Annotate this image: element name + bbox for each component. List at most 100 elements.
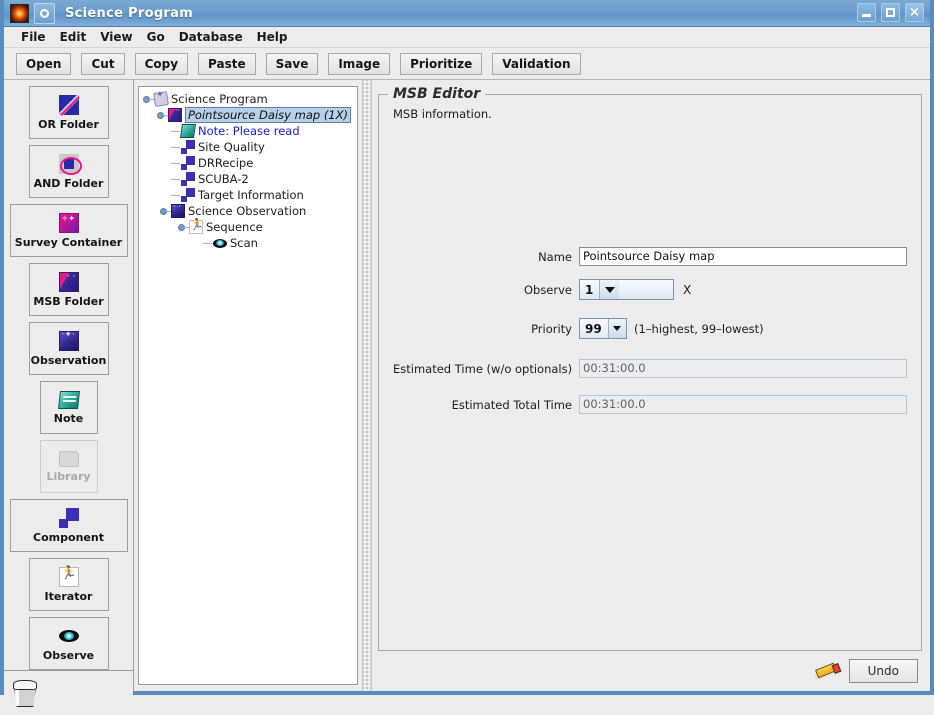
- tree-node-note[interactable]: Note: Please read: [141, 123, 355, 139]
- palette-item-survey-container[interactable]: Survey Container: [10, 204, 128, 257]
- name-input[interactable]: Pointsource Daisy map: [579, 247, 907, 266]
- component-icon: [181, 172, 195, 186]
- window-title: Science Program: [65, 6, 193, 21]
- copy-button[interactable]: Copy: [135, 53, 188, 75]
- science-program-icon: [153, 91, 169, 107]
- validation-button[interactable]: Validation: [492, 53, 580, 75]
- observe-count-select[interactable]: 1: [579, 279, 674, 300]
- tree-node-label: Target Information: [198, 188, 304, 202]
- name-label: Name: [393, 250, 579, 264]
- estimated-time-row: Estimated Time (w/o optionals) 00:31:00.…: [393, 359, 907, 378]
- palette-item-label: Observe: [43, 649, 94, 662]
- palette-item-label: MSB Folder: [33, 295, 103, 308]
- palette-items: OR Folder AND Folder Survey Container MS…: [4, 80, 133, 671]
- save-button[interactable]: Save: [266, 53, 319, 75]
- tree-connector: [171, 147, 180, 148]
- chevron-down-icon[interactable]: [608, 319, 626, 338]
- paste-button[interactable]: Paste: [198, 53, 256, 75]
- split-pane-divider[interactable]: [362, 80, 372, 691]
- maximize-button[interactable]: [881, 3, 900, 22]
- iterator-icon: [189, 220, 203, 234]
- expand-handle-icon[interactable]: [160, 206, 171, 217]
- tree-connector: [203, 243, 212, 244]
- tree-connector: [171, 195, 180, 196]
- palette-item-and-folder[interactable]: AND Folder: [29, 145, 109, 198]
- palette-item-label: Iterator: [45, 590, 93, 603]
- tree-node-drrecipe[interactable]: DRRecipe: [141, 155, 355, 171]
- open-button[interactable]: Open: [16, 53, 71, 75]
- tree-node-scuba2[interactable]: SCUBA-2: [141, 171, 355, 187]
- estimated-total-time-value: 00:31:00.0: [579, 395, 907, 414]
- minimize-button[interactable]: [857, 3, 876, 22]
- palette-item-msb-folder[interactable]: MSB Folder: [29, 263, 109, 316]
- palette-item-label: Observation: [31, 354, 107, 367]
- observe-count-value: 1: [580, 280, 599, 299]
- msb-form: Name Pointsource Daisy map Observe 1 X P…: [393, 247, 907, 414]
- observe-row: Observe 1 X: [393, 279, 907, 300]
- palette-item-observation[interactable]: Observation: [29, 322, 109, 375]
- estimated-time-label: Estimated Time (w/o optionals): [393, 362, 579, 376]
- library-icon: [59, 451, 79, 467]
- observe-icon: [59, 626, 79, 646]
- editor-footer: Undo: [378, 651, 922, 685]
- palette-item-component[interactable]: Component: [10, 499, 128, 552]
- priority-row: Priority 99 (1–highest, 99–lowest): [393, 318, 907, 339]
- cut-button[interactable]: Cut: [81, 53, 124, 75]
- estimated-total-time-row: Estimated Total Time 00:31:00.0: [393, 395, 907, 414]
- estimated-time-value: 00:31:00.0: [579, 359, 907, 378]
- expand-handle-icon[interactable]: [143, 94, 154, 105]
- image-button[interactable]: Image: [328, 53, 390, 75]
- and-folder-icon: [59, 154, 79, 174]
- title-bar: Science Program ×: [4, 0, 930, 27]
- palette-item-label: Survey Container: [15, 236, 122, 249]
- palette-item-label: Component: [33, 531, 104, 544]
- tree-node-target-information[interactable]: Target Information: [141, 187, 355, 203]
- palette-item-label: OR Folder: [38, 118, 99, 131]
- application-window: Science Program × File Edit View Go Data…: [0, 0, 934, 695]
- menu-item-view[interactable]: View: [93, 28, 139, 46]
- palette-item-observe[interactable]: Observe: [29, 617, 109, 670]
- msb-editor-title: MSB Editor: [388, 86, 485, 102]
- tree-connector: [171, 131, 180, 132]
- iterator-icon: [59, 567, 79, 587]
- priority-value: 99: [580, 319, 608, 338]
- menu-item-file[interactable]: File: [14, 28, 53, 46]
- trash-drop-target[interactable]: [4, 671, 133, 715]
- tree-node-scan[interactable]: Scan: [141, 235, 355, 251]
- trash-icon: [12, 679, 38, 707]
- chevron-down-icon[interactable]: [599, 280, 619, 299]
- tree-node-label: Science Program: [171, 92, 268, 106]
- palette-item-label: Note: [54, 412, 83, 425]
- observe-suffix-label: X: [683, 283, 691, 297]
- component-icon: [181, 140, 195, 154]
- palette-item-or-folder[interactable]: OR Folder: [29, 86, 109, 139]
- palette-item-note[interactable]: Note: [40, 381, 98, 434]
- tree-node-science-observation[interactable]: Science Observation: [141, 203, 355, 219]
- tree-node-sequence[interactable]: Sequence: [141, 219, 355, 235]
- close-button[interactable]: ×: [905, 3, 924, 22]
- expand-handle-icon[interactable]: [157, 110, 168, 121]
- palette-item-label: Library: [46, 470, 90, 483]
- palette-item-library: Library: [40, 440, 98, 493]
- menu-item-go[interactable]: Go: [140, 28, 172, 46]
- component-icon: [59, 508, 79, 528]
- tree-node-msb[interactable]: Pointsource Daisy map (1X): [141, 107, 355, 123]
- priority-select[interactable]: 99: [579, 318, 627, 339]
- tree-node-site-quality[interactable]: Site Quality: [141, 139, 355, 155]
- menu-item-help[interactable]: Help: [250, 28, 295, 46]
- expand-handle-icon[interactable]: [178, 222, 189, 233]
- tree-node-label: Science Observation: [188, 204, 306, 218]
- tree-node-science-program[interactable]: Science Program: [141, 91, 355, 107]
- menu-item-database[interactable]: Database: [172, 28, 250, 46]
- component-icon: [181, 188, 195, 202]
- menu-item-edit[interactable]: Edit: [53, 28, 94, 46]
- msb-editor-subtitle: MSB information.: [393, 107, 907, 121]
- palette-item-iterator[interactable]: Iterator: [29, 558, 109, 611]
- science-program-tree[interactable]: Science Program Pointsource Daisy map (1…: [138, 86, 358, 685]
- priority-label: Priority: [393, 322, 579, 336]
- window-menu-icon[interactable]: [34, 3, 55, 24]
- undo-button[interactable]: Undo: [849, 659, 918, 683]
- prioritize-button[interactable]: Prioritize: [400, 53, 482, 75]
- note-icon: [58, 391, 80, 409]
- window-controls: ×: [857, 3, 924, 22]
